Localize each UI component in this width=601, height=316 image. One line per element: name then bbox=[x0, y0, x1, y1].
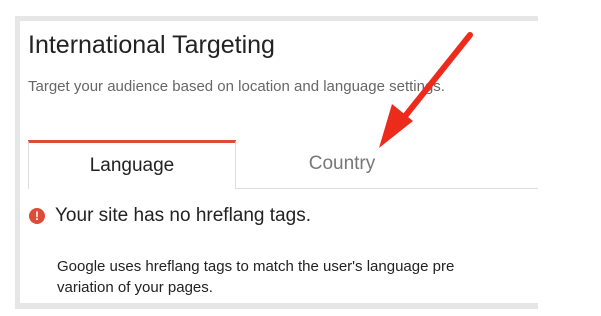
description-line-1: Google uses hreflang tags to match the u… bbox=[57, 258, 455, 275]
page-title: International Targeting bbox=[28, 31, 275, 59]
hreflang-alert: ! Your site has no hreflang tags. bbox=[29, 205, 311, 227]
alert-message: Your site has no hreflang tags. bbox=[55, 205, 311, 226]
screenshot-frame: International Targeting Target your audi… bbox=[15, 16, 538, 309]
international-targeting-panel: International Targeting Target your audi… bbox=[20, 21, 538, 303]
alert-description: Google uses hreflang tags to match the u… bbox=[57, 256, 538, 298]
tab-language[interactable]: Language bbox=[28, 140, 236, 189]
tab-country[interactable]: Country bbox=[236, 140, 448, 188]
error-icon: ! bbox=[29, 208, 45, 224]
page-subtitle: Target your audience based on location a… bbox=[28, 78, 445, 95]
tab-bar: Language Country bbox=[28, 140, 538, 189]
description-line-2: variation of your pages. bbox=[57, 279, 213, 296]
